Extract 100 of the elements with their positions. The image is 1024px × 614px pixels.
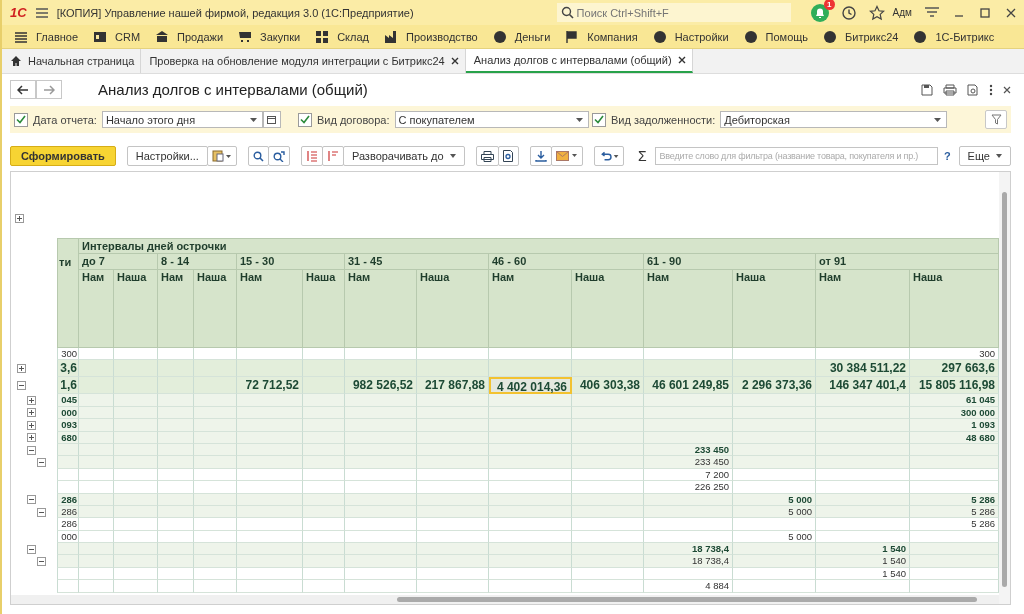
caret-icon — [449, 154, 456, 158]
table-cell — [237, 394, 303, 407]
expand-toggle[interactable] — [27, 544, 36, 554]
expand-toggle[interactable] — [37, 507, 46, 517]
table-cell — [345, 394, 417, 407]
user-name[interactable]: Адм — [892, 7, 912, 18]
expand-toggle[interactable] — [27, 408, 36, 418]
table-cell — [417, 555, 489, 568]
help-link[interactable]: ? — [943, 150, 951, 162]
table-cell — [572, 580, 644, 593]
star-icon[interactable] — [868, 4, 885, 21]
table-cell — [237, 518, 303, 531]
expand-toggle[interactable] — [27, 420, 36, 430]
expand-toggle[interactable] — [27, 495, 36, 505]
column-group-header: 8 - 14 — [158, 254, 237, 270]
notifications-button[interactable] — [810, 3, 829, 22]
expand-toggle[interactable] — [27, 445, 36, 455]
printer-icon[interactable] — [943, 83, 957, 96]
column-group-header: от 91 — [816, 254, 999, 270]
horizontal-scrollbar[interactable] — [11, 595, 999, 604]
expand-to-dropdown[interactable]: Разворачивать до — [342, 146, 465, 166]
find-next-button[interactable] — [267, 146, 290, 166]
email-button[interactable] — [550, 146, 583, 166]
checkbox[interactable] — [298, 112, 312, 127]
vertical-scrollbar[interactable] — [999, 172, 1010, 604]
back-button[interactable] — [10, 80, 36, 99]
table-cell: 4 402 014,36 — [489, 377, 572, 395]
table-cell — [345, 481, 417, 494]
find-button[interactable] — [247, 146, 269, 166]
expand-toggle[interactable] — [17, 364, 26, 374]
expand-all-button[interactable] — [300, 146, 323, 166]
close-icon[interactable] — [677, 56, 686, 64]
table-cell — [345, 518, 417, 531]
table-cell — [158, 431, 194, 444]
menu-item[interactable]: Главное — [10, 29, 90, 44]
maximize-icon[interactable] — [978, 5, 992, 20]
close-icon[interactable] — [1003, 85, 1011, 94]
menu-item[interactable]: Настройки — [648, 29, 740, 44]
table-cell — [114, 580, 158, 593]
tab[interactable]: Анализ долгов с интервалами (общий) — [465, 49, 693, 73]
column-group-header: 61 - 90 — [644, 254, 816, 270]
more-icon[interactable] — [989, 83, 993, 96]
bell-icon — [813, 6, 826, 19]
save-icon[interactable] — [921, 83, 933, 96]
settings-button[interactable]: Настройки... — [126, 146, 208, 166]
table-cell — [572, 555, 644, 568]
table-cell — [158, 580, 194, 593]
tab[interactable]: Проверка на обновление модуля интеграции с Битрикс24 — [141, 49, 466, 73]
id-card-icon — [93, 29, 108, 44]
expand-toggle[interactable] — [27, 433, 36, 443]
expand-toggle[interactable] — [37, 458, 46, 468]
variants-button[interactable] — [206, 146, 237, 166]
filter-search-field[interactable]: Введите слово для фильтра (название товара, покупателя и пр.) — [654, 147, 938, 165]
form-title: Анализ долгов с интервалами (общий) — [98, 81, 369, 98]
search-field[interactable]: Поиск Ctrl+Shift+F — [556, 3, 791, 22]
printer-icon — [480, 150, 494, 162]
dropdown-field[interactable]: Начало этого дня — [101, 111, 263, 128]
checkbox[interactable] — [591, 112, 606, 127]
table-cell — [237, 580, 303, 593]
collapse-all-button[interactable] — [321, 146, 344, 166]
menu-item[interactable]: Битрикс24 — [819, 29, 910, 44]
menu-item[interactable]: 1С-Битрикс — [909, 29, 1006, 44]
sum-button[interactable]: Σ — [637, 148, 647, 164]
dropdown-field[interactable]: Дебиторская — [720, 111, 948, 128]
close-icon[interactable] — [450, 57, 459, 65]
menu-item[interactable]: CRM — [89, 29, 152, 44]
funnel-menu-icon[interactable] — [924, 5, 940, 20]
tab[interactable]: Начальная страница — [2, 49, 142, 73]
download-button[interactable] — [529, 146, 552, 166]
menu-item[interactable]: Компания — [561, 29, 649, 44]
expand-toggle[interactable] — [37, 557, 46, 567]
preview-button[interactable] — [497, 146, 519, 166]
menu-item[interactable]: Склад — [311, 29, 380, 44]
checkbox[interactable] — [14, 112, 28, 127]
menu-item[interactable]: Закупки — [234, 29, 312, 44]
dropdown-field[interactable]: С покупателем — [394, 111, 589, 128]
expand-toggle[interactable] — [17, 381, 26, 391]
table-cell: 18 738,4 — [644, 555, 733, 568]
filter-button[interactable] — [985, 110, 1007, 129]
table-cell — [158, 518, 194, 531]
clipboard-icon — [211, 150, 232, 162]
generate-button[interactable]: Сформировать — [10, 146, 116, 166]
table-cell — [417, 518, 489, 531]
expand-toggle[interactable] — [27, 396, 36, 406]
notification-count: 1 — [823, 0, 835, 10]
menu-item[interactable]: Деньги — [488, 29, 562, 44]
more-button[interactable]: Еще — [958, 146, 1011, 166]
menu-item[interactable]: Помощь — [739, 29, 820, 44]
search-input[interactable]: Поиск Ctrl+Shift+F — [576, 4, 777, 21]
preview-icon[interactable] — [967, 83, 979, 96]
home-icon — [10, 55, 22, 67]
table-cell — [417, 431, 489, 444]
history-icon[interactable] — [840, 4, 857, 21]
menu-item[interactable]: Продажи — [151, 29, 235, 44]
menu-item[interactable]: Производство — [380, 29, 489, 44]
app-logo: 1С — [10, 5, 27, 20]
menu-icon[interactable] — [34, 6, 49, 19]
print-button[interactable] — [475, 146, 499, 166]
expand-toggle[interactable] — [15, 214, 24, 223]
undo-button[interactable] — [593, 146, 624, 166]
